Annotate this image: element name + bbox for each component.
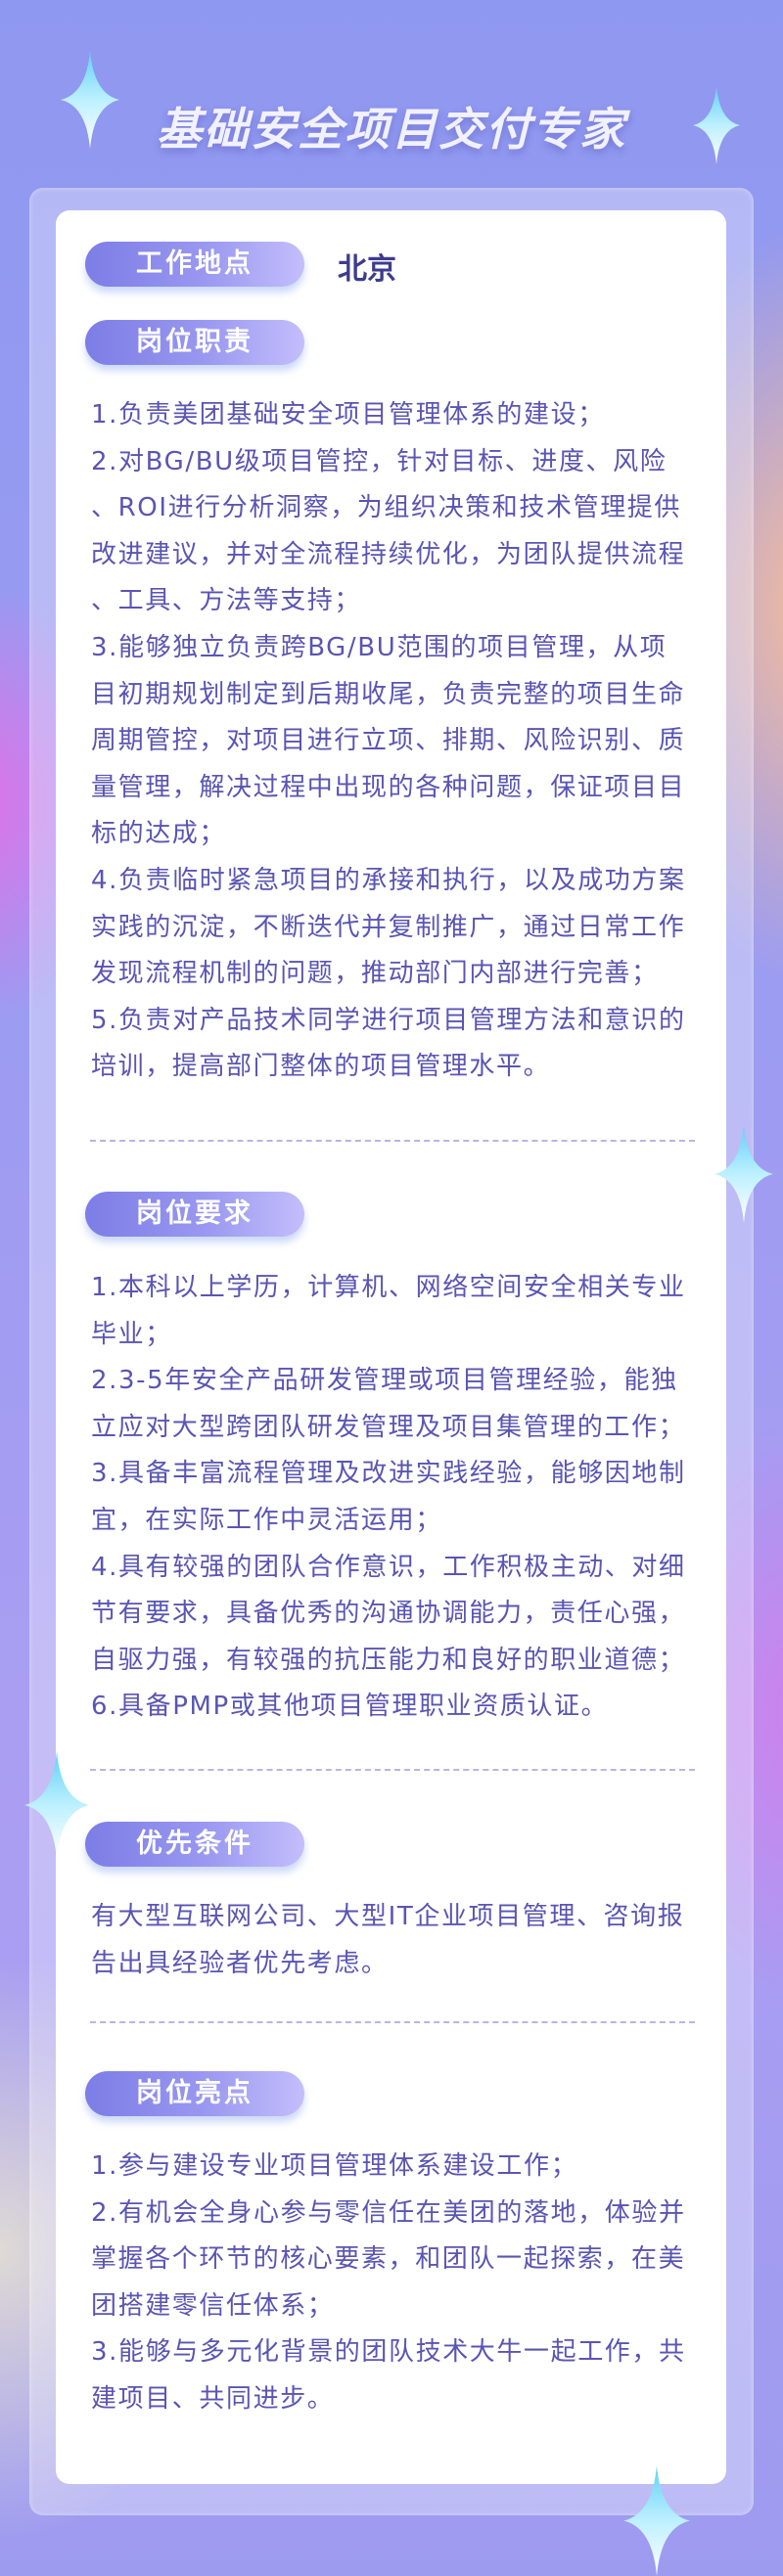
text-line: 标的达成；: [91, 819, 227, 849]
sparkle-icon: [61, 51, 119, 149]
text-line: 有大型互联网公司、大型IT企业项目管理、咨询报: [91, 1902, 685, 1931]
text-line: 1.本科以上学历，计算机、网络空间安全相关专业: [91, 1273, 686, 1302]
section-pill-preferred: 优先条件: [85, 1822, 304, 1867]
sparkle-icon: [693, 86, 740, 164]
text-line: 量管理，解决过程中出现的各种问题，保证项目目: [91, 772, 686, 802]
section-pill-highlights: 岗位亮点: [85, 2071, 304, 2116]
text-line: 发现流程机制的问题，推动部门内部进行完善；: [91, 959, 659, 989]
text-line: 2.3-5年安全产品研发管理或项目管理经验，能独: [91, 1366, 678, 1396]
text-line: 周期管控，对项目进行立项、排期、风险识别、质: [91, 726, 686, 756]
text-line: 5.负责对产品技术同学进行项目管理方法和意识的: [91, 1005, 686, 1035]
divider: [90, 2021, 695, 2023]
text-line: 4.具有较强的团队合作意识，工作积极主动、对细: [91, 1552, 686, 1582]
text-line: 4.负责临时紧急项目的承接和执行，以及成功方案: [91, 865, 686, 895]
text-line: 1.参与建设专业项目管理体系建设工作；: [91, 2151, 578, 2181]
text-line: 3.能够与多元化背景的团队技术大牛一起工作，共: [91, 2337, 686, 2368]
text-line: 6.具备PMP或其他项目管理职业资质认证。: [91, 1692, 609, 1722]
text-line: 目初期规划制定到后期收尾，负责完整的项目生命: [91, 679, 686, 709]
text-line: 掌握各个环节的核心要素，和团队一起探索，在美: [91, 2244, 686, 2275]
sparkle-icon: [623, 2465, 690, 2576]
divider: [90, 1769, 695, 1771]
text-line: 毕业；: [91, 1319, 172, 1349]
text-line: 实践的沉淀，不断迭代并复制推广，通过日常工作: [91, 912, 686, 942]
text-line: 立应对大型跨团队研发管理及项目集管理的工作；: [91, 1412, 686, 1442]
text-line: 培训，提高部门整体的项目管理水平。: [91, 1052, 551, 1082]
section-pill-requirements: 岗位要求: [85, 1192, 304, 1237]
highlights-list: 1.参与建设专业项目管理体系建设工作； 2.有机会全身心参与零信任在美团的落地，体…: [91, 2144, 708, 2423]
text-line: 团搭建零信任体系；: [91, 2290, 335, 2321]
text-line: 改进建议，并对全流程持续优化，为团队提供流程: [91, 539, 686, 569]
divider: [90, 1140, 695, 1142]
text-line: 建项目、共同进步。: [91, 2383, 335, 2414]
text-line: 自驱力强，有较强的抗压能力和良好的职业道德；: [91, 1645, 686, 1675]
section-pill-responsibilities: 岗位职责: [85, 320, 304, 365]
text-line: 2.有机会全身心参与零信任在美团的落地，体验并: [91, 2197, 686, 2228]
text-line: 节有要求，具备优秀的沟通协调能力，责任心强，: [91, 1599, 686, 1629]
text-line: 、ROI进行分析洞察，为组织决策和技术管理提供: [91, 493, 681, 523]
location-value: 北京: [338, 252, 396, 287]
sparkle-icon: [24, 1751, 89, 1859]
text-line: 3.能够独立负责跨BG/BU范围的项目管理，从项: [91, 632, 668, 662]
text-line: 2.对BG/BU级项目管控，针对目标、进度、风险: [91, 446, 668, 476]
text-line: 1.负责美团基础安全项目管理体系的建设；: [91, 400, 605, 429]
text-line: 宜，在实际工作中灵活运用；: [91, 1505, 442, 1535]
text-line: 告出具经验者优先考虑。: [91, 1948, 389, 1978]
requirements-list: 1.本科以上学历，计算机、网络空间安全相关专业 毕业； 2.3-5年安全产品研发管理…: [91, 1265, 708, 1731]
text-line: 、工具、方法等支持；: [91, 586, 362, 616]
preferred-list: 有大型互联网公司、大型IT企业项目管理、咨询报 告出具经验者优先考虑。: [91, 1894, 708, 1987]
location-label-pill: 工作地点: [85, 242, 304, 287]
text-line: 3.具备丰富流程管理及改进实践经验，能够因地制: [91, 1459, 686, 1489]
sparkle-icon: [714, 1125, 773, 1223]
responsibilities-list: 1.负责美团基础安全项目管理体系的建设； 2.对BG/BU级项目管控，针对目标、进…: [91, 392, 708, 1091]
